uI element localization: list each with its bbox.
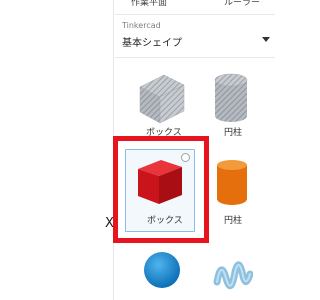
cylinder-icon[interactable]	[215, 159, 249, 207]
shape-library-dropdown[interactable]: Tinkercad 基本シェイプ	[115, 14, 275, 58]
shape-label-cylinder: 円柱	[224, 216, 243, 226]
sphere-icon[interactable]	[142, 250, 182, 290]
scribble-icon[interactable]	[213, 252, 253, 300]
highlight-annotation	[113, 136, 209, 243]
workplane-canvas[interactable]	[0, 0, 113, 300]
box-hole-icon[interactable]	[136, 69, 186, 124]
tab-workplane[interactable]: 作業平面	[131, 0, 167, 8]
cylinder-hole-icon[interactable]	[211, 72, 251, 124]
tab-ruler[interactable]: ルーラー	[224, 0, 260, 8]
shape-label-cylinder-hole: 円柱	[224, 128, 243, 138]
chevron-down-icon	[262, 37, 270, 42]
library-selected-value: 基本シェイプ	[122, 38, 182, 49]
library-category-label: Tinkercad	[122, 21, 161, 30]
